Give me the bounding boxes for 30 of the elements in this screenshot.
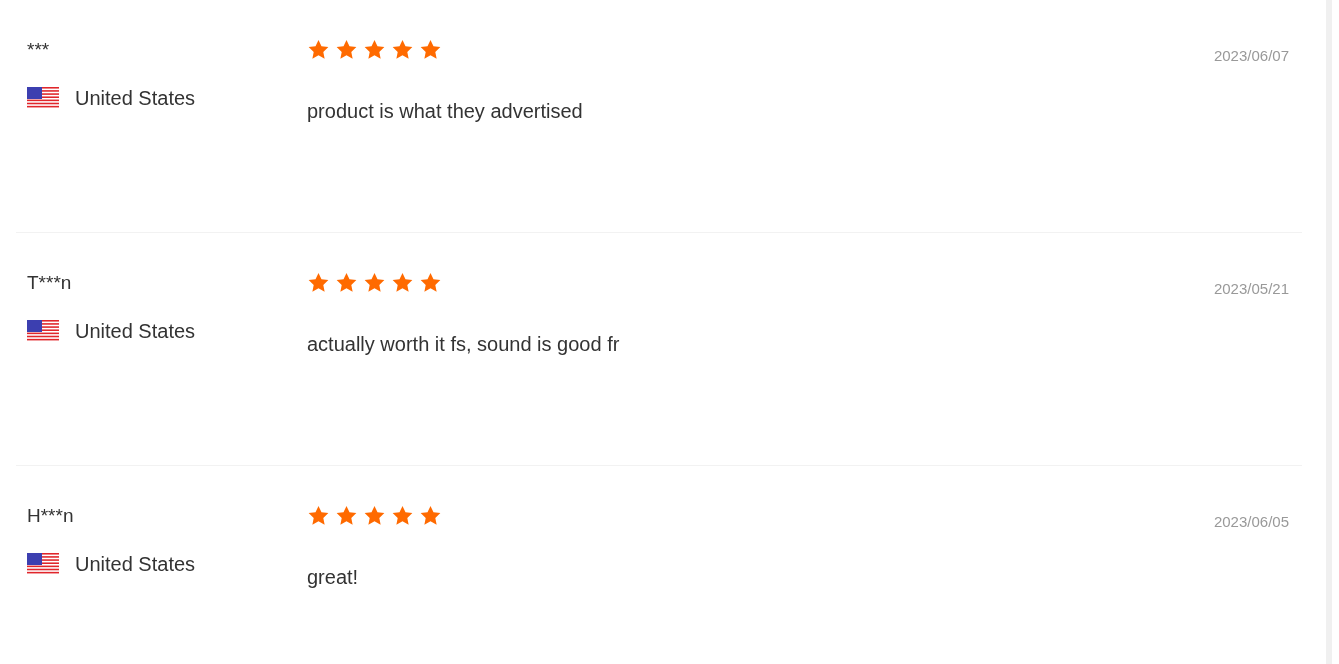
- country-name: United States: [75, 319, 196, 343]
- reviewer-name: T***n: [27, 271, 72, 295]
- reviewer-name: ***: [27, 38, 50, 62]
- review-date: 2023/06/07: [1213, 46, 1289, 66]
- star-icon: [419, 504, 442, 527]
- flag-icon: [27, 553, 59, 575]
- review-date: 2023/06/05: [1213, 512, 1289, 532]
- star-icon: [391, 504, 414, 527]
- star-icon: [335, 38, 358, 61]
- flag-icon: [27, 320, 59, 342]
- star-icon: [363, 504, 386, 527]
- star-icon: [335, 504, 358, 527]
- flag-icon: [27, 87, 59, 109]
- star-icon: [307, 271, 330, 294]
- country-name: United States: [75, 552, 196, 576]
- review-date: 2023/05/21: [1213, 279, 1289, 299]
- reviewer-name: H***n: [27, 504, 74, 528]
- star-icon: [335, 271, 358, 294]
- review-text: actually worth it fs, sound is good fr: [307, 332, 620, 356]
- review-text: great!: [307, 565, 359, 589]
- star-icon: [363, 38, 386, 61]
- star-icon: [391, 271, 414, 294]
- star-icon: [363, 271, 386, 294]
- star-icon: [419, 38, 442, 61]
- star-icon: [391, 38, 414, 61]
- star-icon: [419, 271, 442, 294]
- review-text: product is what they advertised: [307, 99, 583, 123]
- star-icon: [307, 504, 330, 527]
- star-icon: [307, 38, 330, 61]
- country-name: United States: [75, 86, 196, 110]
